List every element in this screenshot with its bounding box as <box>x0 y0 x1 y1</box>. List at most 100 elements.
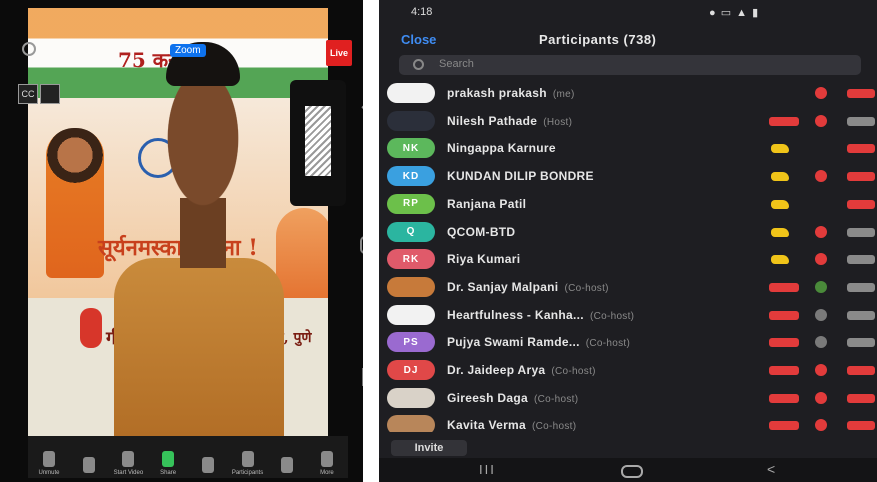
live-button[interactable]: Live <box>326 40 352 66</box>
speaker-body <box>114 258 284 436</box>
participant-name: Kavita Verma (Co-host) <box>447 418 576 432</box>
camera-icon[interactable] <box>847 199 875 209</box>
participant-name: QCOM-BTD <box>447 225 521 239</box>
participant-role: (Co-host) <box>533 393 579 405</box>
toolbar-unmute[interactable]: Unmute <box>34 436 64 478</box>
participant-row[interactable]: prakash prakash (me) <box>379 80 877 108</box>
zoom-badge: Zoom <box>170 44 206 57</box>
mic-icon[interactable] <box>815 280 827 293</box>
participant-row[interactable]: RP Ranjana Patil <box>379 191 877 219</box>
participant-name-text: Dr. Jaideep Arya <box>447 363 546 377</box>
participant-name: Nilesh Pathade (Host) <box>447 114 572 128</box>
meeting-toolbar: Unmute Start Video Share Participants Mo… <box>28 436 348 478</box>
mic-icon[interactable] <box>815 308 827 321</box>
toolbar-label: Start Video <box>113 470 144 476</box>
mic-icon[interactable] <box>815 364 827 376</box>
microphone-icon <box>43 451 55 467</box>
video-camera-icon <box>122 451 135 467</box>
participant-role: (Co-host) <box>551 366 596 377</box>
avatar: Q <box>387 221 435 242</box>
participant-name: Riya Kumari <box>447 252 526 266</box>
toolbar-more[interactable]: More <box>312 436 342 478</box>
raised-hand-icon <box>771 172 789 182</box>
mic-icon[interactable] <box>815 391 827 404</box>
participants-icon <box>241 451 254 467</box>
participant-name-text: Kavita Verma <box>447 418 526 433</box>
camera-icon[interactable] <box>847 227 875 237</box>
participant-name-text: prakash prakash <box>447 86 547 100</box>
avatar: RK <box>387 249 435 270</box>
invite-button[interactable]: Invite <box>391 440 467 456</box>
participant-row[interactable]: Nilesh Pathade (Host) <box>379 108 877 136</box>
mic-icon[interactable] <box>815 170 827 183</box>
camera-icon[interactable] <box>847 255 875 265</box>
avatar <box>387 387 435 408</box>
participant-name: Ningappa Karnure <box>447 141 562 155</box>
mic-icon[interactable] <box>815 87 827 99</box>
toolbar-start-video[interactable]: Start Video <box>113 436 143 478</box>
camera-icon[interactable] <box>847 338 875 348</box>
banner-portrait-right <box>276 208 328 298</box>
camera-icon[interactable] <box>847 89 875 98</box>
participant-role: (Co-host) <box>564 282 609 294</box>
camera-icon[interactable] <box>847 282 875 292</box>
camera-icon[interactable] <box>847 144 875 154</box>
video-off-icon <box>769 338 799 348</box>
participant-row[interactable]: KD KUNDAN DILIP BONDRE <box>379 163 877 191</box>
raised-hand-icon <box>771 199 789 209</box>
participant-row[interactable]: RK Riya Kumari <box>379 246 877 274</box>
participant-name-text: Nilesh Pathade <box>447 113 538 128</box>
toolbar-share[interactable]: Share <box>153 436 183 478</box>
participant-name: Gireesh Daga (Co-host) <box>447 391 578 405</box>
participant-row[interactable]: NK Ningappa Karnure <box>379 135 877 163</box>
toolbar-chat[interactable] <box>272 436 302 478</box>
mic-icon[interactable] <box>815 114 827 127</box>
camera-icon[interactable] <box>847 172 875 182</box>
video-off-icon <box>769 366 799 375</box>
toolbar-label: Share <box>160 470 177 476</box>
avatar: DJ <box>387 360 435 380</box>
avatar: KD <box>387 166 435 187</box>
toolbar-audio[interactable] <box>74 436 104 478</box>
participant-name-text: Riya Kumari <box>447 252 521 267</box>
participant-row[interactable]: DJ Dr. Jaideep Arya (Co-host) <box>379 357 877 385</box>
camera-icon[interactable] <box>847 421 875 431</box>
status-time: 4:18 <box>411 6 433 18</box>
video-off-icon <box>769 421 799 431</box>
participant-row[interactable]: Heartfulness - Kanha... (Co-host) <box>379 302 877 330</box>
status-icons: ● ▭ ▲ ▮ <box>709 7 760 19</box>
mic-icon[interactable] <box>815 336 827 349</box>
participant-row[interactable]: Q QCOM-BTD <box>379 219 877 247</box>
speaker-video[interactable]: 75 करो कार सूर्यनमस्का रवंदना ! गीत र, प… <box>28 8 328 436</box>
close-button[interactable]: Close <box>401 32 436 47</box>
participants-panel: 4:18 ● ▭ ▲ ▮ Close Participants (738) Se… <box>379 0 877 482</box>
participant-role: (Host) <box>543 116 573 128</box>
toolbar-participants[interactable]: Participants <box>232 436 263 478</box>
avatar <box>387 83 435 103</box>
mic-icon[interactable] <box>815 253 827 266</box>
switch-camera-icon[interactable] <box>22 42 36 56</box>
reactions-icon <box>201 457 214 473</box>
avatar <box>387 276 435 297</box>
participant-name: Heartfulness - Kanha... (Co-host) <box>447 308 634 322</box>
cc-button[interactable]: CC <box>18 84 38 104</box>
camera-icon[interactable] <box>847 310 875 320</box>
home-icon[interactable] <box>621 465 643 478</box>
camera-icon[interactable] <box>847 116 875 126</box>
participant-row[interactable]: Dr. Sanjay Malpani (Co-host) <box>379 274 877 302</box>
exit-fullscreen-icon[interactable] <box>40 84 60 104</box>
toolbar-reactions[interactable] <box>193 436 223 478</box>
participant-row[interactable]: PS Pujya Swami Ramde... (Co-host) <box>379 329 877 357</box>
banner-logo <box>80 308 102 348</box>
speaker-neck <box>180 198 226 268</box>
participant-role: (Co-host) <box>589 310 635 322</box>
page-title: Participants (738) <box>539 32 657 47</box>
mic-icon[interactable] <box>815 225 827 238</box>
participant-row[interactable]: Gireesh Daga (Co-host) <box>379 385 877 413</box>
camera-icon[interactable] <box>847 393 875 403</box>
search-input[interactable]: Search <box>399 55 861 75</box>
camera-icon[interactable] <box>847 366 875 375</box>
recent-apps-icon[interactable]: III <box>479 462 496 477</box>
back-icon[interactable]: < <box>767 461 775 477</box>
mic-icon[interactable] <box>815 419 827 432</box>
